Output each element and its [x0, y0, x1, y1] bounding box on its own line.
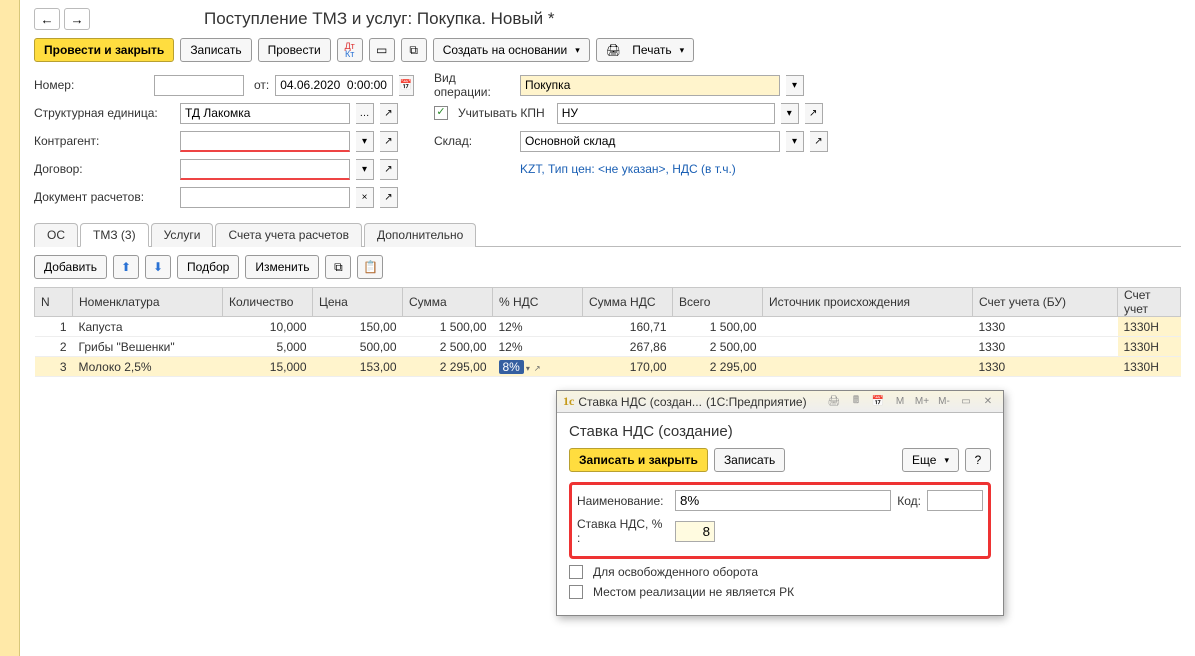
kpn-open[interactable]: ↗: [805, 103, 823, 124]
m-minus-icon: M-: [935, 394, 953, 410]
col-vat-sum[interactable]: Сумма НДС: [583, 288, 673, 317]
items-table: N Номенклатура Количество Цена Сумма % Н…: [34, 287, 1181, 377]
create-based-button[interactable]: Создать на основании: [433, 38, 590, 62]
table-row[interactable]: 2 Грибы "Вешенки" 5,000 500,00 2 500,00 …: [35, 337, 1181, 357]
settlement-input[interactable]: [180, 187, 350, 208]
col-total[interactable]: Всего: [673, 288, 763, 317]
chk-exempt[interactable]: [569, 565, 583, 579]
printer-icon: 🖨: [606, 43, 621, 57]
dialog-help-button[interactable]: ?: [965, 448, 991, 472]
minimize-icon[interactable]: ▭: [957, 394, 975, 410]
code-label: Код:: [897, 494, 921, 508]
operation-type-input[interactable]: [520, 75, 780, 96]
col-acc-bu[interactable]: Счет учета (БУ): [973, 288, 1118, 317]
calc-icon[interactable]: 🖩: [847, 394, 865, 410]
vat-cell-editing[interactable]: 8%▾↗: [493, 357, 583, 377]
back-button[interactable]: ←: [34, 8, 60, 30]
settlement-label: Документ расчетов:: [34, 190, 174, 204]
counterparty-select[interactable]: ▾: [356, 131, 374, 152]
col-origin[interactable]: Источник происхождения: [763, 288, 973, 317]
calendar-icon[interactable]: 📅: [399, 75, 414, 96]
contract-input[interactable]: [180, 159, 350, 180]
doc-icon-button[interactable]: ▭: [369, 38, 395, 62]
dialog-write-close-button[interactable]: Записать и закрыть: [569, 448, 708, 472]
tab-os[interactable]: ОС: [34, 223, 78, 247]
add-button[interactable]: Добавить: [34, 255, 107, 279]
calendar-title-icon[interactable]: 📅: [869, 394, 887, 410]
print-button[interactable]: 🖨 Печать: [596, 38, 694, 62]
page-title: Поступление ТМЗ и услуг: Покупка. Новый …: [204, 9, 554, 29]
struct-unit-open[interactable]: ↗: [380, 103, 398, 124]
post-button[interactable]: Провести: [258, 38, 331, 62]
tab-accounts[interactable]: Счета учета расчетов: [215, 223, 361, 247]
chk-not-rk[interactable]: [569, 585, 583, 599]
counterparty-label: Контрагент:: [34, 134, 174, 148]
operation-type-label: Вид операции:: [434, 71, 514, 99]
warehouse-label: Склад:: [434, 134, 514, 148]
paste-button[interactable]: 📋: [357, 255, 383, 279]
warehouse-input[interactable]: [520, 131, 780, 152]
m-icon: M: [891, 394, 909, 410]
dialog-write-button[interactable]: Записать: [714, 448, 785, 472]
highlight-box: Наименование: Код: Ставка НДС, % :: [569, 482, 991, 559]
kpn-input[interactable]: [557, 103, 775, 124]
warehouse-dropdown[interactable]: ▾: [786, 131, 804, 152]
tab-tmz[interactable]: ТМЗ (3): [80, 223, 149, 247]
kpn-label: Учитывать КПН: [458, 106, 545, 120]
move-down-button[interactable]: ⬇: [145, 255, 171, 279]
operation-type-dropdown[interactable]: ▾: [786, 75, 804, 96]
dialog-window-title: Ставка НДС (создан...: [578, 395, 702, 409]
col-item[interactable]: Номенклатура: [73, 288, 223, 317]
struct-unit-select[interactable]: …: [356, 103, 374, 124]
change-button[interactable]: Изменить: [245, 255, 319, 279]
kpn-checkbox[interactable]: [434, 106, 448, 120]
vat-rate-dialog: 1с Ставка НДС (создан... (1С:Предприятие…: [556, 390, 1004, 616]
tab-services[interactable]: Услуги: [151, 223, 214, 247]
write-button[interactable]: Записать: [180, 38, 251, 62]
tab-additional[interactable]: Дополнительно: [364, 223, 476, 247]
contract-select[interactable]: ▾: [356, 159, 374, 180]
contract-open[interactable]: ↗: [380, 159, 398, 180]
col-qty[interactable]: Количество: [223, 288, 313, 317]
warehouse-open[interactable]: ↗: [810, 131, 828, 152]
kpn-dropdown[interactable]: ▾: [781, 103, 799, 124]
number-input[interactable]: [154, 75, 244, 96]
contract-label: Договор:: [34, 162, 174, 176]
col-n[interactable]: N: [35, 288, 73, 317]
settlement-open[interactable]: ↗: [380, 187, 398, 208]
code-input[interactable]: [927, 490, 983, 511]
copy-button[interactable]: ⧉: [325, 255, 351, 279]
rate-input[interactable]: [675, 521, 715, 542]
post-close-button[interactable]: Провести и закрыть: [34, 38, 174, 62]
number-label: Номер:: [34, 78, 148, 92]
col-sum[interactable]: Сумма: [403, 288, 493, 317]
move-up-button[interactable]: ⬆: [113, 255, 139, 279]
table-row-selected[interactable]: 3 Молоко 2,5% 15,000 153,00 2 295,00 8%▾…: [35, 357, 1181, 377]
counterparty-open[interactable]: ↗: [380, 131, 398, 152]
settlement-clear[interactable]: ×: [356, 187, 374, 208]
print-icon[interactable]: 🖨: [825, 394, 843, 410]
forward-button[interactable]: →: [64, 8, 90, 30]
col-vat[interactable]: % НДС: [493, 288, 583, 317]
col-price[interactable]: Цена: [313, 288, 403, 317]
table-row[interactable]: 1 Капуста 10,000 150,00 1 500,00 12% 160…: [35, 317, 1181, 337]
dialog-heading: Ставка НДС (создание): [569, 423, 991, 440]
pick-button[interactable]: Подбор: [177, 255, 239, 279]
date-input[interactable]: [275, 75, 393, 96]
close-icon[interactable]: ✕: [979, 394, 997, 410]
struct-unit-label: Структурная единица:: [34, 106, 174, 120]
m-plus-icon: M+: [913, 394, 931, 410]
dialog-app-name: (1С:Предприятие): [706, 395, 807, 409]
prices-link[interactable]: KZT, Тип цен: <не указан>, НДС (в т.ч.): [520, 162, 736, 176]
name-input[interactable]: [675, 490, 891, 511]
struct-unit-input[interactable]: [180, 103, 350, 124]
structure-button[interactable]: ⧉: [401, 38, 427, 62]
1c-icon: 1с: [563, 394, 574, 409]
rate-label: Ставка НДС, % :: [577, 517, 669, 545]
dialog-more-button[interactable]: Еще: [902, 448, 959, 472]
name-label: Наименование:: [577, 494, 669, 508]
counterparty-input[interactable]: [180, 131, 350, 152]
dt-kt-button[interactable]: ДтКт: [337, 38, 363, 62]
col-acc-tax[interactable]: Счет учет: [1118, 288, 1181, 317]
